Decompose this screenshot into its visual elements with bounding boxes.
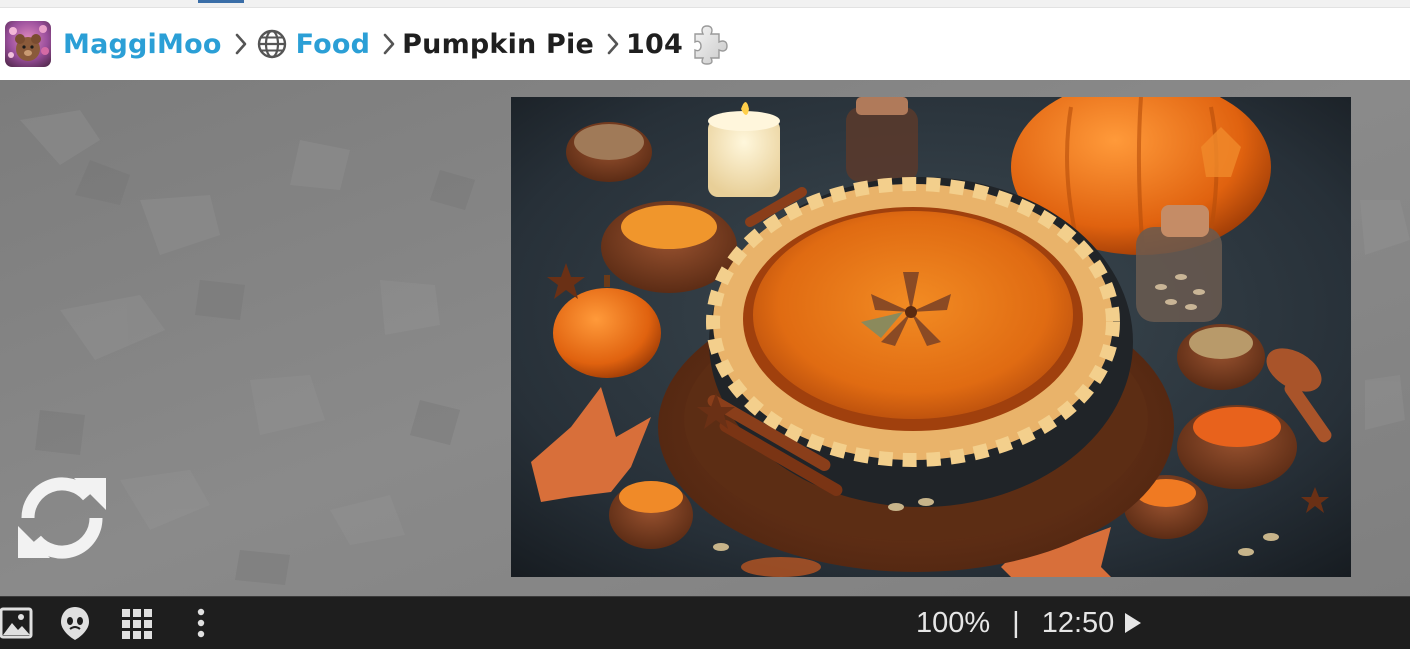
zoom-level: 100% xyxy=(916,606,991,639)
status-readout: 100% | 12:50 xyxy=(916,605,1144,641)
grid-icon[interactable] xyxy=(120,605,154,641)
chevron-right-icon xyxy=(230,29,252,59)
refresh-icon[interactable] xyxy=(12,472,112,564)
avatar[interactable] xyxy=(5,21,51,67)
breadcrumb: MaggiMoo Food Pumpkin Pie 104 xyxy=(0,8,1410,80)
globe-icon xyxy=(256,28,288,60)
ghost-icon[interactable] xyxy=(58,605,92,641)
status-divider: | xyxy=(1012,606,1020,639)
bottom-toolbar: 100% | 12:50 xyxy=(0,596,1410,649)
image-icon[interactable] xyxy=(0,605,34,641)
breadcrumb-piece-count: 104 xyxy=(626,28,683,60)
more-vertical-icon[interactable] xyxy=(190,605,212,641)
puzzle-board[interactable] xyxy=(0,80,1410,596)
play-icon[interactable] xyxy=(1122,610,1144,636)
chevron-right-icon xyxy=(378,29,400,59)
puzzle-piece-icon xyxy=(689,22,729,66)
timer: 12:50 xyxy=(1041,606,1115,639)
breadcrumb-category-link[interactable]: Food xyxy=(296,29,371,60)
puzzle-image xyxy=(511,97,1351,577)
chevron-right-icon xyxy=(602,29,624,59)
breadcrumb-puzzle-title: Pumpkin Pie xyxy=(402,28,595,60)
browser-top-strip xyxy=(0,0,1410,8)
breadcrumb-user-link[interactable]: MaggiMoo xyxy=(63,29,222,60)
active-tab-indicator xyxy=(198,0,244,3)
